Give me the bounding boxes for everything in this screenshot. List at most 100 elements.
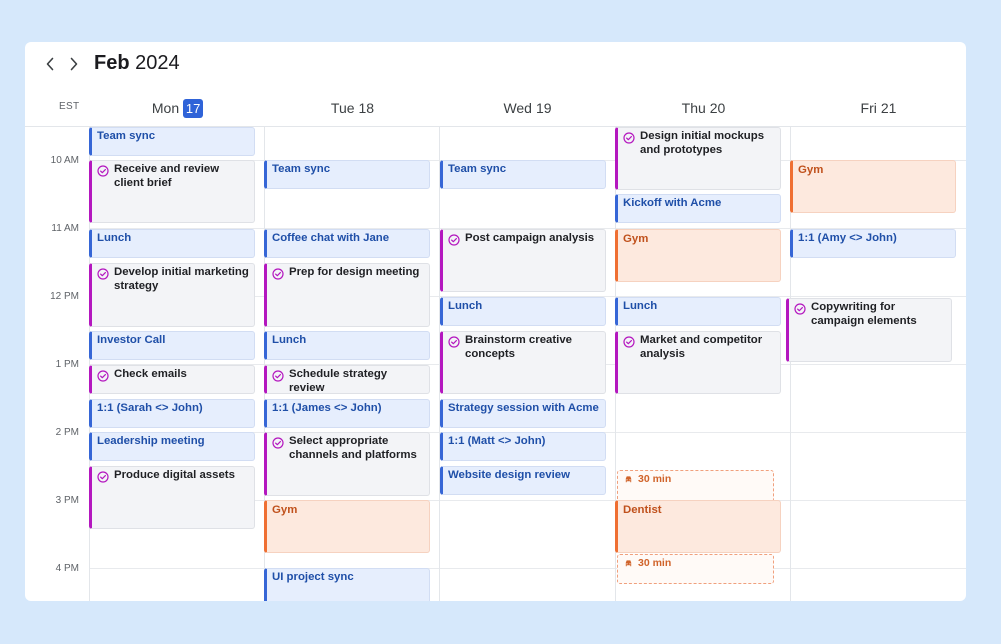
event-title: Market and competitor analysis xyxy=(640,334,763,360)
calendar-card: Feb 2024 EST Mon 17 Tue 18 Wed 19 Thu 20… xyxy=(25,42,966,601)
event-block[interactable]: 1:1 (Matt <> John) xyxy=(440,432,606,461)
day-name: Tue xyxy=(330,100,355,116)
calendar-toolbar: Feb 2024 xyxy=(25,42,966,90)
task-block[interactable]: Receive and review client brief xyxy=(89,160,255,223)
day-date: 21 xyxy=(880,100,897,116)
check-circle-icon xyxy=(272,437,284,449)
check-circle-icon xyxy=(272,268,284,280)
day-header-wed[interactable]: Wed 19 xyxy=(440,97,615,119)
event-block[interactable]: Investor Call xyxy=(89,331,255,360)
check-circle-icon xyxy=(448,336,460,348)
year-label: 2024 xyxy=(135,52,180,74)
event-title: Schedule strategy review xyxy=(289,368,388,394)
time-label: 3 PM xyxy=(55,495,79,506)
event-block[interactable]: Dentist xyxy=(615,500,781,553)
event-block[interactable]: Strategy session with Acme xyxy=(440,399,606,428)
event-block[interactable]: Team sync xyxy=(264,160,430,189)
task-block[interactable]: Brainstorm creative concepts xyxy=(440,331,606,394)
day-date: 20 xyxy=(709,100,726,116)
event-block[interactable]: Lunch xyxy=(264,331,430,360)
event-block[interactable]: Team sync xyxy=(89,127,255,156)
day-date: 18 xyxy=(358,100,375,116)
day-header-tue[interactable]: Tue 18 xyxy=(265,97,440,119)
day-header-fri[interactable]: Fri 21 xyxy=(791,97,966,119)
today-date-badge: 17 xyxy=(183,98,204,118)
event-title: Brainstorm creative concepts xyxy=(465,334,572,360)
task-block[interactable]: Produce digital assets xyxy=(89,466,255,529)
time-label: 1 PM xyxy=(55,359,79,370)
day-header-thu[interactable]: Thu 20 xyxy=(616,97,791,119)
event-title: Leadership meeting xyxy=(97,435,205,447)
event-block[interactable]: 1:1 (Sarah <> John) xyxy=(89,399,255,428)
event-title: Lunch xyxy=(448,300,483,312)
task-block[interactable]: Check emails xyxy=(89,365,255,394)
task-block[interactable]: Post campaign analysis xyxy=(440,229,606,292)
event-title: Gym xyxy=(798,164,824,176)
event-block[interactable]: Kickoff with Acme xyxy=(615,194,781,223)
event-title: Post campaign analysis xyxy=(465,232,595,244)
timezone-label: EST xyxy=(59,101,80,112)
event-title: Check emails xyxy=(114,368,187,380)
event-block[interactable]: Lunch xyxy=(89,229,255,258)
event-block[interactable]: 1:1 (Amy <> John) xyxy=(790,229,956,258)
event-title: Design initial mockups and prototypes xyxy=(640,130,765,156)
event-title: Develop initial marketing strategy xyxy=(114,266,249,292)
event-block[interactable]: Lunch xyxy=(440,297,606,326)
event-block[interactable]: Gym xyxy=(615,229,781,282)
event-title: Gym xyxy=(623,233,649,245)
event-title: 1:1 (Amy <> John) xyxy=(798,232,897,244)
travel-time-block[interactable]: 30 min xyxy=(617,554,774,584)
travel-time-block[interactable]: 30 min xyxy=(617,470,774,502)
event-title: 1:1 (Sarah <> John) xyxy=(97,402,203,414)
prev-week-button[interactable] xyxy=(40,54,60,74)
event-title: Team sync xyxy=(272,163,331,175)
task-block[interactable]: Develop initial marketing strategy xyxy=(89,263,255,327)
time-label: 4 PM xyxy=(55,563,79,574)
month-title: Feb 2024 xyxy=(94,52,180,75)
task-block[interactable]: Prep for design meeting xyxy=(264,263,430,327)
event-block[interactable]: Gym xyxy=(264,500,430,553)
task-block[interactable]: Market and competitor analysis xyxy=(615,331,781,394)
task-block[interactable]: Copywriting for campaign elements xyxy=(786,298,952,362)
event-block[interactable]: Website design review xyxy=(440,466,606,495)
event-title: Produce digital assets xyxy=(114,469,235,481)
task-block[interactable]: Select appropriate channels and platform… xyxy=(264,432,430,496)
day-name: Thu xyxy=(681,100,706,116)
travel-duration: 30 min xyxy=(638,473,672,485)
event-title: Prep for design meeting xyxy=(289,266,420,278)
time-label: 11 AM xyxy=(51,223,79,234)
event-block[interactable]: Gym xyxy=(790,160,956,213)
event-title: Select appropriate channels and platform… xyxy=(289,435,417,461)
task-block[interactable]: Design initial mockups and prototypes xyxy=(615,127,781,190)
event-title: Team sync xyxy=(97,130,156,142)
event-block[interactable]: Lunch xyxy=(615,297,781,326)
event-block[interactable]: Coffee chat with Jane xyxy=(264,229,430,258)
event-title: Coffee chat with Jane xyxy=(272,232,390,244)
event-title: Gym xyxy=(272,504,298,516)
event-block[interactable]: Leadership meeting xyxy=(89,432,255,461)
time-label: 12 PM xyxy=(50,291,79,302)
event-title: Investor Call xyxy=(97,334,166,346)
check-circle-icon xyxy=(623,336,635,348)
event-block[interactable]: 1:1 (James <> John) xyxy=(264,399,430,428)
event-title: Lunch xyxy=(272,334,307,346)
event-block[interactable]: UI project sync xyxy=(264,568,430,601)
event-title: Receive and review client brief xyxy=(114,163,220,189)
check-circle-icon xyxy=(448,234,460,246)
check-circle-icon xyxy=(272,370,284,382)
task-block[interactable]: Schedule strategy review xyxy=(264,365,430,394)
event-title: Kickoff with Acme xyxy=(623,197,722,209)
day-header-mon[interactable]: Mon 17 xyxy=(90,97,265,119)
travel-duration: 30 min xyxy=(638,557,672,569)
event-title: UI project sync xyxy=(272,571,354,583)
car-icon xyxy=(624,557,633,568)
event-block[interactable]: Team sync xyxy=(440,160,606,189)
hour-line xyxy=(89,568,966,569)
month-label: Feb xyxy=(94,52,130,74)
next-week-button[interactable] xyxy=(64,54,84,74)
day-name: Wed xyxy=(503,100,532,116)
event-title: 1:1 (James <> John) xyxy=(272,402,382,414)
day-name: Fri xyxy=(860,100,877,116)
day-date: 19 xyxy=(535,100,552,116)
event-title: Copywriting for campaign elements xyxy=(811,301,917,327)
